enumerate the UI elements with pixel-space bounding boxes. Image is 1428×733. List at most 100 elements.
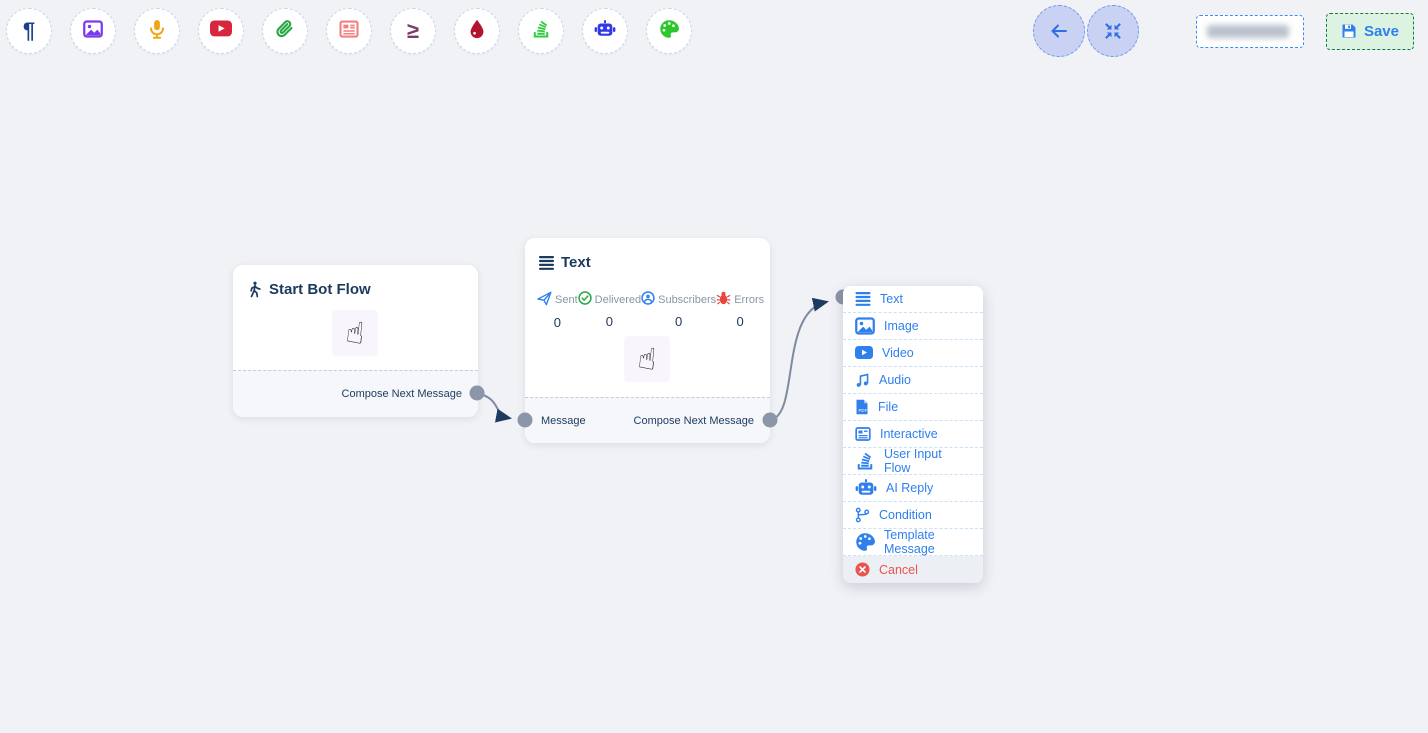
stack-icon xyxy=(855,451,875,471)
topbar-controls: Save xyxy=(1033,5,1414,57)
menu-item-text[interactable]: Text xyxy=(843,286,983,313)
save-floppy-icon xyxy=(1341,23,1357,39)
text-node-output-label: Compose Next Message xyxy=(634,415,754,427)
text-node-drag-handle[interactable]: ☝ xyxy=(624,336,670,382)
save-label: Save xyxy=(1364,23,1399,40)
palette-icon xyxy=(855,532,875,552)
flow-name-redacted-text xyxy=(1207,25,1289,38)
menu-item-label: File xyxy=(878,400,898,414)
node-type-toolbar: ¶≥ xyxy=(6,8,692,54)
save-button[interactable]: Save xyxy=(1326,13,1414,50)
bug-icon xyxy=(716,291,731,308)
hand-cursor-icon: ☝ xyxy=(344,315,366,352)
toolbar-button-condition[interactable] xyxy=(454,8,500,54)
walking-person-icon xyxy=(247,281,262,298)
menu-item-image[interactable]: Image xyxy=(843,313,983,340)
lines-icon xyxy=(855,292,871,306)
newspaper-icon xyxy=(339,19,359,44)
stat-value: 0 xyxy=(675,314,682,329)
menu-item-video[interactable]: Video xyxy=(843,340,983,367)
stat-value: 0 xyxy=(554,315,561,330)
image-icon xyxy=(83,19,103,44)
menu-item-label: Interactive xyxy=(880,427,938,441)
stat-label: Errors xyxy=(734,294,764,306)
image-icon xyxy=(855,316,875,336)
start-node-output-label: Compose Next Message xyxy=(342,388,462,400)
menu-item-label: Condition xyxy=(879,508,932,522)
edge-text-to-menu[interactable] xyxy=(770,302,826,420)
drop-icon xyxy=(468,19,486,44)
stat-label: Delivered xyxy=(595,294,641,306)
text-node-stats: Sent 0 Delivered 0 Subscribers 0 Errors 0 xyxy=(525,277,770,330)
toolbar-button-template-message[interactable] xyxy=(646,8,692,54)
toolbar-button-video[interactable] xyxy=(198,8,244,54)
microphone-icon xyxy=(147,19,167,44)
paperclip-icon xyxy=(275,19,295,44)
text-node-input-label: Message xyxy=(541,415,586,427)
robot-icon xyxy=(855,478,877,498)
menu-item-label: Text xyxy=(880,292,903,306)
gte-icon: ≥ xyxy=(407,20,419,43)
menu-item-ai-reply[interactable]: AI Reply xyxy=(843,475,983,502)
menu-item-label: Image xyxy=(884,319,919,333)
toolbar-button-user-input-flow[interactable] xyxy=(518,8,564,54)
send-icon xyxy=(537,291,552,309)
stat-label: Sent xyxy=(555,294,578,306)
start-node-title: Start Bot Flow xyxy=(269,281,371,298)
menu-item-label: Audio xyxy=(879,373,911,387)
stat-value: 0 xyxy=(606,314,613,329)
hand-cursor-icon: ☝ xyxy=(636,341,658,378)
stat-subscribers: Subscribers 0 xyxy=(641,291,716,330)
menu-item-template-message[interactable]: Template Message xyxy=(843,529,983,556)
audio-icon xyxy=(855,373,870,388)
menu-item-label: AI Reply xyxy=(886,481,933,495)
menu-item-label: Cancel xyxy=(879,563,918,577)
file-icon: PDF xyxy=(855,399,869,415)
toolbar-button-file[interactable] xyxy=(262,8,308,54)
text-node-title: Text xyxy=(561,254,591,271)
svg-text:PDF: PDF xyxy=(859,408,868,413)
palette-icon xyxy=(659,19,679,44)
toolbar-button-interactive[interactable] xyxy=(326,8,372,54)
stat-value: 0 xyxy=(737,314,744,329)
menu-item-file[interactable]: PDF File xyxy=(843,394,983,421)
menu-item-user-input-flow[interactable]: User Input Flow xyxy=(843,448,983,475)
toolbar-button-text[interactable]: ¶ xyxy=(6,8,52,54)
menu-item-cancel[interactable]: Cancel xyxy=(843,556,983,583)
toolbar-button-user-input[interactable]: ≥ xyxy=(390,8,436,54)
fit-view-button[interactable] xyxy=(1087,5,1139,57)
stat-sent: Sent 0 xyxy=(537,291,578,330)
toolbar-button-audio[interactable] xyxy=(134,8,180,54)
check-icon xyxy=(578,291,592,308)
stack-icon xyxy=(531,19,551,44)
flow-name-input[interactable] xyxy=(1196,15,1304,48)
menu-item-condition[interactable]: Condition xyxy=(843,502,983,529)
stat-delivered: Delivered 0 xyxy=(578,291,641,330)
back-arrow-icon xyxy=(1049,21,1069,41)
start-bot-flow-node[interactable]: Start Bot Flow ☝ Compose Next Message xyxy=(233,265,478,417)
video-icon xyxy=(855,346,873,360)
edge-start-to-text[interactable] xyxy=(477,393,509,418)
interactive-icon xyxy=(855,426,871,442)
user-icon xyxy=(641,291,655,308)
toolbar-button-ai-reply[interactable] xyxy=(582,8,628,54)
menu-item-label: Video xyxy=(882,346,914,360)
menu-item-interactive[interactable]: Interactive xyxy=(843,421,983,448)
stat-label: Subscribers xyxy=(658,294,716,306)
text-node[interactable]: Text Sent0Delivered0Subscribers0Errors0 … xyxy=(525,238,770,443)
youtube-icon xyxy=(210,19,232,44)
menu-item-label: Template Message xyxy=(884,528,971,556)
text-lines-icon xyxy=(539,256,554,270)
back-button[interactable] xyxy=(1033,5,1085,57)
add-node-context-menu: Text Image Video Audio PDF File Interactive Use… xyxy=(843,286,983,583)
toolbar-button-image[interactable] xyxy=(70,8,116,54)
cancel-icon xyxy=(855,562,870,577)
start-node-drag-handle[interactable]: ☝ xyxy=(332,310,378,356)
pilcrow-icon: ¶ xyxy=(23,20,35,43)
menu-item-audio[interactable]: Audio xyxy=(843,367,983,394)
stat-errors: Errors 0 xyxy=(716,291,764,330)
menu-item-label: User Input Flow xyxy=(884,447,971,475)
branch-icon xyxy=(855,507,870,523)
robot-icon xyxy=(594,19,616,44)
compress-icon xyxy=(1104,22,1122,40)
